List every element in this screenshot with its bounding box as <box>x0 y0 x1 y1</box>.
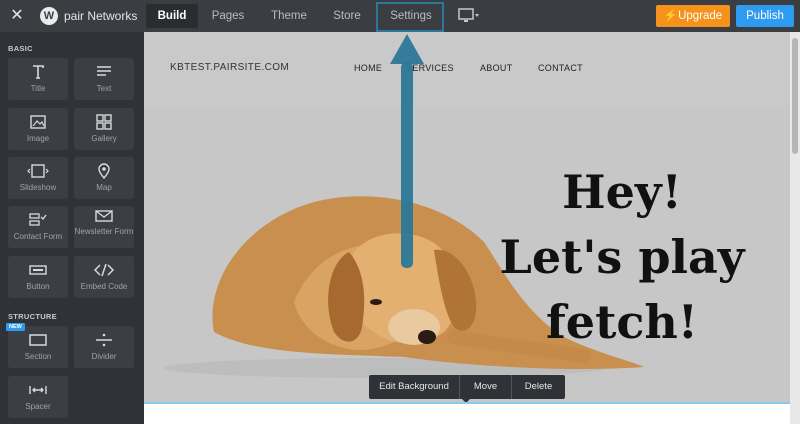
sidebar-item-gallery[interactable]: Gallery <box>74 108 134 150</box>
sidebar-item-spacer[interactable]: Spacer <box>8 376 68 418</box>
sidebar-item-contact-form[interactable]: Contact Form <box>8 206 68 248</box>
site-nav-services[interactable]: SERVICES <box>406 63 454 73</box>
image-icon <box>8 114 68 130</box>
close-icon[interactable]: ✕ <box>8 7 26 25</box>
brand-name: pair Networks <box>64 9 138 23</box>
sidebar-item-title[interactable]: Title <box>8 58 68 100</box>
embed-code-icon <box>74 262 134 278</box>
pair-logo-icon: W <box>40 7 58 25</box>
publish-button[interactable]: Publish <box>736 5 794 27</box>
button-icon <box>8 262 68 278</box>
sidebar-item-map[interactable]: Map <box>74 157 134 199</box>
section-icon <box>8 332 68 348</box>
tab-theme[interactable]: Theme <box>262 4 316 28</box>
sidebar-item-slideshow[interactable]: Slideshow <box>8 157 68 199</box>
sidebar-item-image[interactable]: Image <box>8 108 68 150</box>
sidebar-item-section[interactable]: NEW Section <box>6 323 68 368</box>
new-badge: NEW <box>6 323 25 331</box>
site-title[interactable]: KBTEST.PAIRSITE.COM <box>170 62 289 73</box>
slideshow-icon <box>8 163 68 179</box>
basic-section-label: BASIC <box>8 44 33 53</box>
site-header[interactable]: KBTEST.PAIRSITE.COM HOME SERVICES ABOUT … <box>144 32 790 106</box>
spacer-icon <box>8 382 68 398</box>
tab-pages[interactable]: Pages <box>202 4 254 28</box>
section-selection-line <box>144 402 790 404</box>
tab-store[interactable]: Store <box>322 4 372 28</box>
move-button[interactable]: Move <box>460 375 511 399</box>
delete-button[interactable]: Delete <box>512 375 565 399</box>
gallery-icon <box>74 114 134 130</box>
hero-line-1: Hey! <box>562 165 682 219</box>
scrollbar-thumb[interactable] <box>792 38 798 154</box>
site-nav-contact[interactable]: CONTACT <box>538 63 583 73</box>
lightning-icon: ⚡ <box>663 10 679 22</box>
newsletter-icon <box>74 209 134 225</box>
hero-line-2: Let's play <box>499 230 745 284</box>
upgrade-button[interactable]: ⚡Upgrade <box>656 5 730 27</box>
settings-highlight-box <box>376 2 444 32</box>
canvas-scrollbar[interactable] <box>790 32 800 424</box>
site-nav-home[interactable]: HOME <box>354 63 382 73</box>
hero-section[interactable]: Hey! Let's play fetch! <box>144 106 790 402</box>
contact-form-icon <box>8 212 68 228</box>
structure-section-label: STRUCTURE <box>8 312 57 321</box>
device-preview-icon[interactable] <box>458 8 480 24</box>
site-canvas[interactable]: KBTEST.PAIRSITE.COM HOME SERVICES ABOUT … <box>144 32 790 424</box>
text-icon <box>74 64 134 80</box>
tab-build[interactable]: Build <box>146 4 198 28</box>
sidebar-item-embed-code[interactable]: Embed Code <box>74 256 134 298</box>
sidebar-item-text[interactable]: Text <box>74 58 134 100</box>
hero-headline[interactable]: Hey! Let's play fetch! <box>492 160 752 355</box>
hero-line-3: fetch! <box>546 295 698 349</box>
sidebar-item-newsletter-form[interactable]: Newsletter Form <box>74 206 134 248</box>
sidebar: BASIC Title Text Image Gallery Slideshow… <box>0 32 144 424</box>
site-nav-about[interactable]: ABOUT <box>480 63 513 73</box>
divider-icon <box>74 332 134 348</box>
title-icon <box>8 64 68 80</box>
section-edit-toolbar: Edit Background Move Delete <box>369 375 565 403</box>
sidebar-item-button[interactable]: Button <box>8 256 68 298</box>
edit-background-button[interactable]: Edit Background <box>369 375 459 399</box>
sidebar-item-divider[interactable]: Divider <box>74 326 134 368</box>
map-pin-icon <box>74 163 134 180</box>
